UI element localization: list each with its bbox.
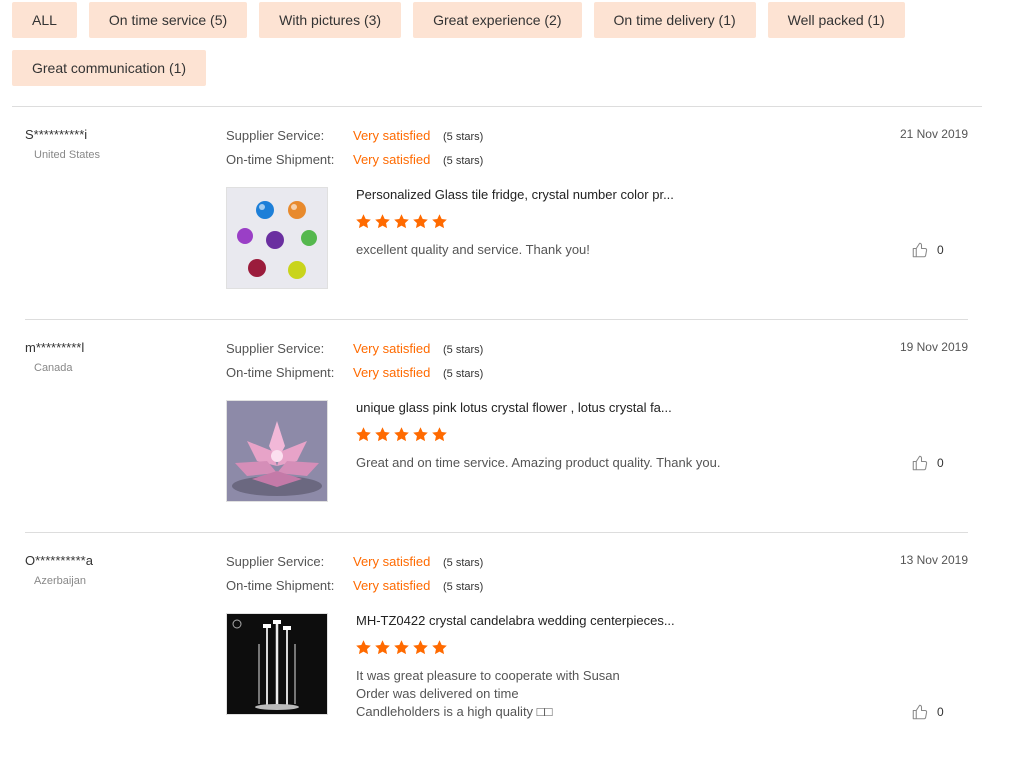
filter-on-time-delivery[interactable]: On time delivery (1): [593, 2, 756, 38]
thumbs-up-icon: [912, 242, 928, 258]
supplier-service-value: Very satisfied: [353, 554, 431, 569]
product-image: [227, 614, 327, 714]
filter-well-packed[interactable]: Well packed (1): [767, 2, 905, 38]
supplier-service-stars: (5 stars): [443, 131, 484, 143]
comment-line: excellent quality and service. Thank you…: [356, 242, 590, 257]
supplier-service-label: Supplier Service:: [226, 128, 325, 143]
product-thumbnail[interactable]: [226, 187, 328, 289]
supplier-service-rating: Supplier Service: Very satisfied (5 stars): [226, 554, 483, 569]
like-count: 0: [937, 243, 944, 257]
shipment-stars: (5 stars): [443, 581, 484, 593]
filter-all[interactable]: ALL: [12, 2, 77, 38]
reviewer-name: m*********l: [25, 340, 85, 355]
filter-with-pictures[interactable]: With pictures (3): [259, 2, 402, 38]
star-icon: [413, 640, 428, 655]
like-button[interactable]: 0: [911, 703, 944, 721]
review-filter-tags: ALL On time service (5) With pictures (3…: [12, 2, 982, 86]
like-count: 0: [937, 456, 944, 470]
shipment-value: Very satisfied: [353, 152, 431, 167]
star-icon: [375, 640, 390, 655]
review-date: 13 Nov 2019: [899, 553, 968, 567]
supplier-service-value: Very satisfied: [353, 341, 431, 356]
reviewer-country: Canada: [34, 362, 73, 374]
product-star-rating: [355, 213, 448, 230]
supplier-service-stars: (5 stars): [443, 344, 484, 356]
review-date: 21 Nov 2019: [899, 127, 968, 141]
thumbs-up-icon: [912, 455, 928, 471]
review-comment: Great and on time service. Amazing produ…: [356, 454, 720, 472]
supplier-service-label: Supplier Service:: [226, 554, 325, 569]
product-star-rating: [355, 639, 448, 656]
shipment-rating: On-time Shipment: Very satisfied (5 stars): [226, 365, 483, 380]
star-icon: [356, 214, 371, 229]
review-item: S**********i United States Supplier Serv…: [0, 107, 1030, 320]
reviewer-name: O**********a: [25, 553, 93, 568]
shipment-stars: (5 stars): [443, 368, 484, 380]
product-title-link[interactable]: Personalized Glass tile fridge, crystal …: [356, 187, 674, 202]
review-comment: It was great pleasure to cooperate with …: [356, 667, 620, 721]
product-title-link[interactable]: unique glass pink lotus crystal flower ,…: [356, 400, 672, 415]
supplier-service-rating: Supplier Service: Very satisfied (5 stars): [226, 341, 483, 356]
star-icon: [375, 427, 390, 442]
filter-on-time-service[interactable]: On time service (5): [88, 2, 248, 38]
product-title-link[interactable]: MH-TZ0422 crystal candelabra wedding cen…: [356, 613, 675, 628]
supplier-service-value: Very satisfied: [353, 128, 431, 143]
star-icon: [356, 427, 371, 442]
review-comment: excellent quality and service. Thank you…: [356, 241, 590, 259]
shipment-label: On-time Shipment:: [226, 578, 335, 593]
shipment-rating: On-time Shipment: Very satisfied (5 stars): [226, 152, 483, 167]
product-star-rating: [355, 426, 448, 443]
shipment-rating: On-time Shipment: Very satisfied (5 stars): [226, 578, 483, 593]
comment-line: Great and on time service. Amazing produ…: [356, 455, 721, 470]
star-icon: [356, 640, 371, 655]
shipment-label: On-time Shipment:: [226, 365, 335, 380]
review-date: 19 Nov 2019: [899, 340, 968, 354]
supplier-service-rating: Supplier Service: Very satisfied (5 stars): [226, 128, 483, 143]
star-icon: [394, 214, 409, 229]
product-thumbnail[interactable]: [226, 400, 328, 502]
product-thumbnail[interactable]: [226, 613, 328, 715]
filter-great-communication[interactable]: Great communication (1): [12, 50, 207, 86]
review-item: O**********a Azerbaijan Supplier Service…: [0, 533, 1030, 746]
comment-line: Candleholders is a high quality □□: [356, 704, 553, 719]
like-count: 0: [937, 705, 944, 719]
star-icon: [375, 214, 390, 229]
star-icon: [432, 427, 447, 442]
shipment-value: Very satisfied: [353, 578, 431, 593]
review-item: m*********l Canada Supplier Service: Very…: [0, 320, 1030, 533]
reviewer-country: United States: [34, 149, 101, 161]
comment-line: Order was delivered on time: [356, 686, 519, 701]
like-button[interactable]: 0: [911, 241, 944, 259]
supplier-service-label: Supplier Service:: [226, 341, 325, 356]
thumbs-up-icon: [912, 704, 928, 720]
reviewer-country: Azerbaijan: [34, 575, 86, 587]
product-image: [227, 401, 327, 501]
supplier-service-stars: (5 stars): [443, 557, 484, 569]
shipment-stars: (5 stars): [443, 155, 484, 167]
shipment-label: On-time Shipment:: [226, 152, 335, 167]
star-icon: [394, 427, 409, 442]
like-button[interactable]: 0: [911, 454, 944, 472]
shipment-value: Very satisfied: [353, 365, 431, 380]
reviewer-name: S**********i: [25, 127, 88, 142]
star-icon: [413, 214, 428, 229]
star-icon: [413, 427, 428, 442]
comment-line: It was great pleasure to cooperate with …: [356, 668, 620, 683]
star-icon: [394, 640, 409, 655]
star-icon: [432, 640, 447, 655]
star-icon: [432, 214, 447, 229]
filter-great-experience[interactable]: Great experience (2): [413, 2, 582, 38]
product-image: [227, 188, 327, 288]
